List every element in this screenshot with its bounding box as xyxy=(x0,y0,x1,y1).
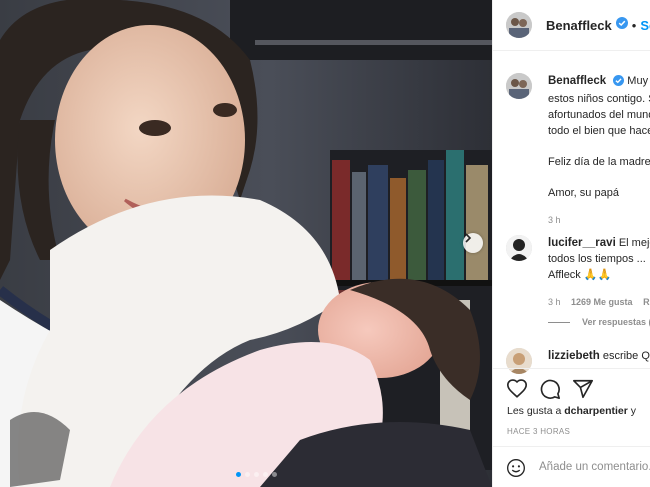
verified-badge-icon xyxy=(615,16,628,34)
carousel-dot xyxy=(263,472,268,477)
verified-badge-icon xyxy=(613,75,625,91)
comment-button[interactable] xyxy=(539,378,561,400)
caption-line: estos niños contigo. Somos xyxy=(548,93,650,105)
author-username[interactable]: Benaffleck xyxy=(546,18,612,33)
emoji-button[interactable] xyxy=(506,458,526,478)
comment-text: Affleck 🙏🙏 xyxy=(548,269,612,281)
caption-greeting: Feliz día de la madre xyxy=(548,156,650,168)
caption-line: Muy feliz de tener xyxy=(627,75,650,87)
caption-meta: 3 h xyxy=(548,212,650,228)
chevron-right-icon xyxy=(465,233,472,243)
caption-signoff: Amor, su papá xyxy=(548,187,619,199)
post-photo[interactable] xyxy=(0,0,492,487)
author-avatar[interactable] xyxy=(506,73,532,99)
likes-prefix: Les gusta a xyxy=(507,405,562,417)
carousel-dot xyxy=(245,472,250,477)
likes-summary: Les gusta a dcharpentier y xyxy=(507,405,636,417)
smiley-icon xyxy=(507,459,525,477)
carousel-dot xyxy=(254,472,259,477)
post-sidebar: Benaffleck • Seguir Benaffleck xyxy=(492,0,650,487)
comments-list[interactable]: Benaffleck Muy feliz de tener estos niño… xyxy=(493,51,650,374)
comment-time[interactable]: 3 h xyxy=(548,297,561,307)
reply-button[interactable]: R xyxy=(643,297,650,307)
like-button[interactable] xyxy=(506,378,528,400)
photo-illustration xyxy=(0,0,492,487)
commenter-username[interactable]: lucifer__ravi xyxy=(548,237,616,249)
caption-username[interactable]: Benaffleck xyxy=(548,75,606,87)
view-replies-label: Ver respuestas (... xyxy=(582,317,650,327)
likes-user[interactable]: dcharpentier xyxy=(564,405,628,417)
comment-likes[interactable]: 1269 Me gusta xyxy=(571,297,633,307)
share-icon xyxy=(573,379,593,399)
heart-icon xyxy=(507,379,527,398)
commenter-username[interactable]: lizziebeth xyxy=(548,350,600,362)
carousel-dot xyxy=(236,472,241,477)
caption-time[interactable]: 3 h xyxy=(548,215,561,225)
add-comment-bar xyxy=(493,446,650,487)
comment-meta: 3 h 1269 Me gusta R xyxy=(548,294,650,310)
carousel-dot xyxy=(272,472,277,477)
comment-input[interactable] xyxy=(539,457,650,477)
comment-icon xyxy=(540,379,560,399)
likes-suffix: y xyxy=(630,405,636,417)
follow-button[interactable]: Seguir xyxy=(640,18,650,33)
comment-text: El mejor xyxy=(618,237,650,249)
separator: • xyxy=(631,17,637,33)
author-avatar[interactable] xyxy=(506,12,532,38)
post-time[interactable]: HACE 3 HORAS xyxy=(507,427,570,436)
commenter-avatar[interactable] xyxy=(506,235,532,261)
carousel-indicator xyxy=(236,472,277,477)
caption-line: todo el bien que haces. xyxy=(548,125,650,137)
next-photo-button[interactable] xyxy=(463,233,483,253)
view-replies-button[interactable]: Ver respuestas (... xyxy=(548,317,650,327)
comment-text: Q xyxy=(641,350,650,362)
divider xyxy=(548,321,570,323)
share-button[interactable] xyxy=(572,378,594,400)
comment-text: escribe xyxy=(602,350,639,362)
comment-text: todos los tiempos ... xyxy=(548,253,646,265)
caption-line: afortunados del mundo. Te deseo xyxy=(548,109,650,121)
post-header: Benaffleck • Seguir xyxy=(493,0,650,51)
